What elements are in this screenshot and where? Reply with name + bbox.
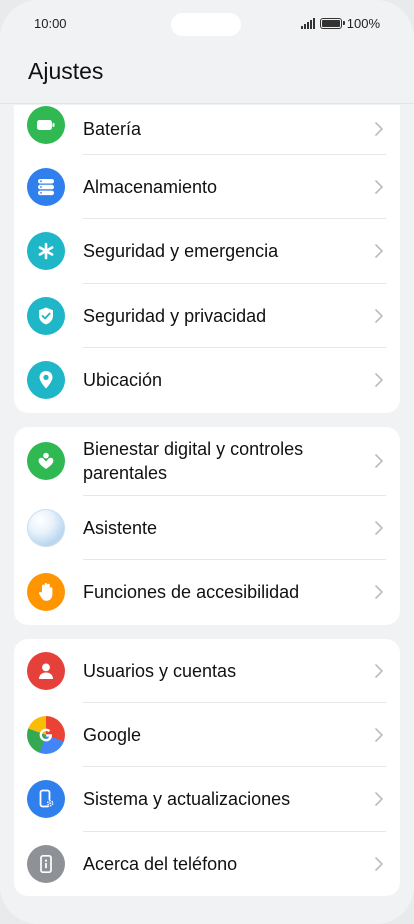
- settings-item-label: Sistema y actualizaciones: [83, 789, 291, 809]
- signal-icon: [300, 17, 315, 29]
- shield-check-icon: [27, 297, 65, 335]
- settings-group-2: Bienestar digital y controles parentales…: [14, 427, 400, 625]
- settings-item-battery[interactable]: Batería: [14, 105, 400, 155]
- assistant-orb-icon: [27, 509, 65, 547]
- status-indicators: 100%: [300, 15, 380, 31]
- settings-item-google[interactable]: Google: [14, 703, 400, 767]
- settings-item-label: Usuarios y cuentas: [83, 661, 237, 681]
- settings-item-digital-wellbeing[interactable]: Bienestar digital y controles parentales: [14, 427, 400, 496]
- settings-item-assistant[interactable]: Asistente: [14, 496, 400, 560]
- battery-percentage: 100%: [346, 15, 380, 31]
- chevron-right-icon: [372, 792, 386, 806]
- settings-item-storage[interactable]: Almacenamiento: [14, 155, 400, 219]
- camera-notch: [171, 13, 241, 36]
- chevron-right-icon: [372, 122, 386, 136]
- emergency-asterisk-icon: [27, 232, 65, 270]
- phone-screen: 10:00 100% Ajustes Batería Almacenamient…: [0, 0, 414, 924]
- wellbeing-icon: [27, 442, 65, 480]
- location-pin-icon: [27, 361, 65, 399]
- settings-item-label: Seguridad y emergencia: [83, 241, 279, 261]
- chevron-right-icon: [372, 585, 386, 599]
- settings-item-location[interactable]: Ubicación: [14, 348, 400, 413]
- settings-item-label: Bienestar digital y controles parentales: [83, 439, 304, 483]
- google-icon: [27, 716, 65, 754]
- settings-item-system-updates[interactable]: Sistema y actualizaciones: [14, 767, 400, 832]
- settings-item-accessibility[interactable]: Funciones de accesibilidad: [14, 560, 400, 625]
- settings-group-3: Usuarios y cuentas Google Sistema y actu…: [14, 639, 400, 896]
- info-icon: [27, 845, 65, 883]
- settings-item-label: Funciones de accesibilidad: [83, 582, 300, 602]
- settings-item-label: Batería: [83, 119, 142, 139]
- settings-item-about-phone[interactable]: Acerca del teléfono: [14, 832, 400, 896]
- battery-status-icon: [319, 17, 345, 29]
- app-header: Ajustes: [0, 46, 414, 104]
- settings-item-label: Seguridad y privacidad: [83, 306, 267, 326]
- status-time: 10:00: [34, 15, 67, 31]
- settings-item-label: Almacenamiento: [83, 177, 218, 197]
- settings-item-security-privacy[interactable]: Seguridad y privacidad: [14, 284, 400, 348]
- settings-list[interactable]: Batería Almacenamiento Seguridad y emerg…: [0, 105, 414, 924]
- page-title: Ajustes: [28, 58, 104, 84]
- battery-icon: [27, 106, 65, 144]
- chevron-right-icon: [372, 664, 386, 678]
- chevron-right-icon: [372, 373, 386, 387]
- chevron-right-icon: [372, 244, 386, 258]
- chevron-right-icon: [372, 521, 386, 535]
- settings-item-label: Asistente: [83, 518, 158, 538]
- hand-icon: [27, 573, 65, 611]
- storage-icon: [27, 168, 65, 206]
- settings-item-emergency[interactable]: Seguridad y emergencia: [14, 219, 400, 284]
- settings-item-users-accounts[interactable]: Usuarios y cuentas: [14, 639, 400, 703]
- chevron-right-icon: [372, 857, 386, 871]
- settings-item-label: Google: [83, 725, 142, 745]
- chevron-right-icon: [372, 728, 386, 742]
- settings-group-1: Batería Almacenamiento Seguridad y emerg…: [14, 105, 400, 413]
- user-icon: [27, 652, 65, 690]
- system-update-icon: [27, 780, 65, 818]
- chevron-right-icon: [372, 454, 386, 468]
- settings-item-label: Ubicación: [83, 370, 163, 390]
- chevron-right-icon: [372, 309, 386, 323]
- settings-item-label: Acerca del teléfono: [83, 854, 238, 874]
- chevron-right-icon: [372, 180, 386, 194]
